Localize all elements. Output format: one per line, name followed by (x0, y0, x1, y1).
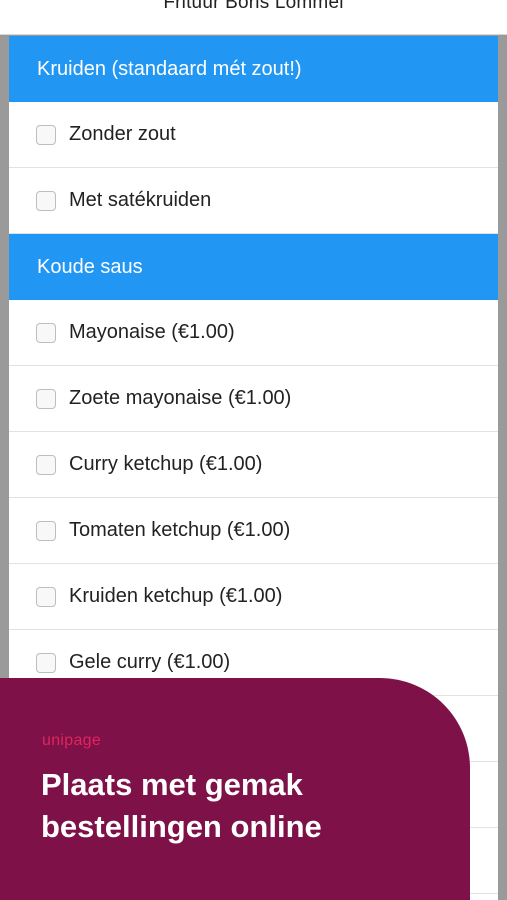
option-label: Curry ketchup (€1.00) (69, 453, 263, 475)
checkbox[interactable] (36, 652, 56, 673)
section-header-kruiden: Kruiden (standaard mét zout!) (9, 36, 498, 102)
checkbox[interactable] (36, 454, 56, 475)
option-met-satekruiden[interactable]: Met satékruiden (9, 168, 498, 234)
checkbox[interactable] (36, 322, 56, 343)
checkbox[interactable] (36, 190, 56, 211)
option-mayonaise[interactable]: Mayonaise (€1.00) (9, 300, 498, 366)
option-label: Met satékruiden (69, 189, 212, 211)
option-zonder-zout[interactable]: Zonder zout (9, 102, 498, 168)
checkbox[interactable] (36, 586, 56, 607)
option-label: Zoete mayonaise (€1.00) (69, 387, 292, 409)
top-bar: Frituur Boris Lommel (0, 0, 507, 35)
option-label: Gele curry (€1.00) (69, 651, 231, 673)
checkbox[interactable] (36, 520, 56, 541)
option-kruiden-ketchup[interactable]: Kruiden ketchup (€1.00) (9, 564, 498, 630)
banner-headline: Plaats met gemak bestellingen online (41, 764, 441, 848)
checkbox[interactable] (36, 388, 56, 409)
page-title: Frituur Boris Lommel (163, 0, 344, 13)
option-label: Mayonaise (€1.00) (69, 321, 235, 343)
option-label: Tomaten ketchup (€1.00) (69, 519, 291, 541)
option-zoete-mayonaise[interactable]: Zoete mayonaise (€1.00) (9, 366, 498, 432)
promo-banner[interactable]: unipage Plaats met gemak bestellingen on… (0, 678, 470, 900)
checkbox[interactable] (36, 124, 56, 145)
option-tomaten-ketchup[interactable]: Tomaten ketchup (€1.00) (9, 498, 498, 564)
option-curry-ketchup[interactable]: Curry ketchup (€1.00) (9, 432, 498, 498)
unipage-logo: unipage (42, 732, 102, 749)
banner-line-2: bestellingen online (41, 809, 322, 844)
section-header-koude-saus: Koude saus (9, 234, 498, 300)
option-label: Kruiden ketchup (€1.00) (69, 585, 283, 607)
banner-line-1: Plaats met gemak (41, 767, 303, 802)
option-label: Zonder zout (69, 123, 176, 145)
